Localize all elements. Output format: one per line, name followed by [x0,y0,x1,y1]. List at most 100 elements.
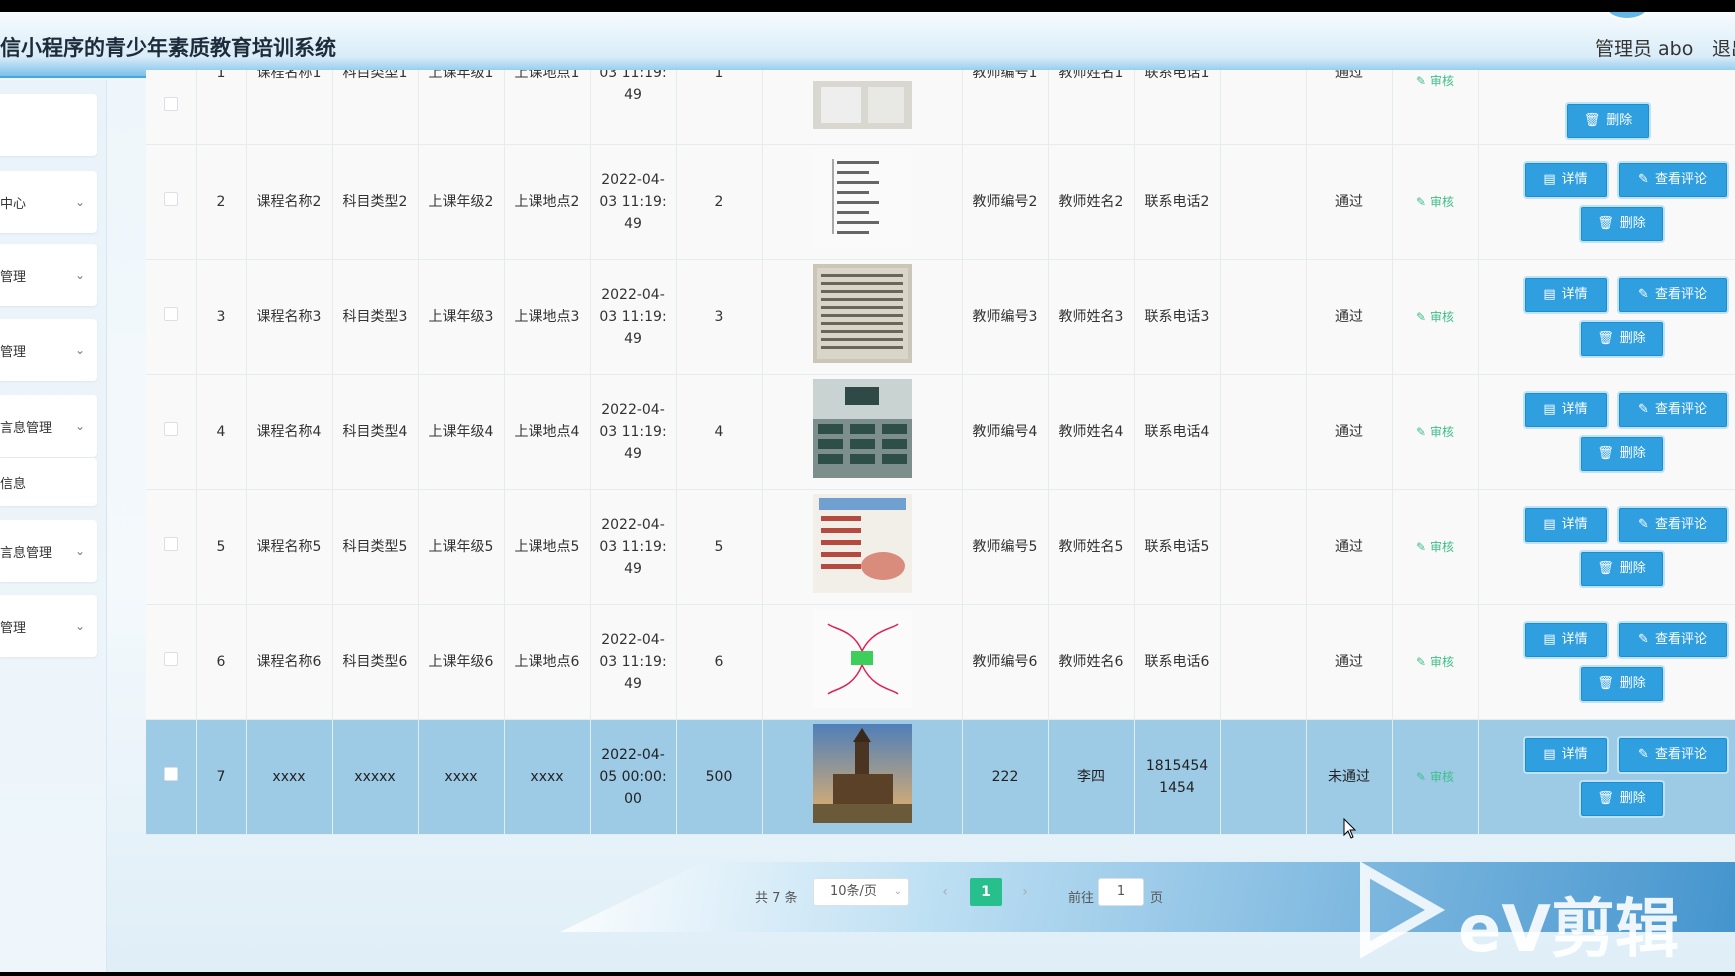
view-comments-button[interactable]: ✎ 查看评论 [1618,507,1727,542]
table-row: 5 课程名称5 科目类型5 上课年级5 上课地点5 2022-04- 03 11:19: … [146,489,1735,605]
grade: 上课年级1 [428,70,494,81]
subject-type: xxxxx [354,768,396,785]
trash-icon: 🗑 [1583,112,1601,128]
audit-link[interactable]: ✎ 审核 [1416,421,1454,443]
teacher-name: 教师姓名3 [1058,308,1124,325]
count: 3 [714,308,724,325]
view-comments-button[interactable]: ✎ 查看评论 [1618,277,1727,312]
document-icon: ▤ [1543,286,1556,302]
delete-button[interactable]: 🗑 删除 [1580,781,1663,816]
row-index: 4 [216,423,226,440]
sidebar-item-manage-1[interactable]: 管理 ⌄ [0,244,97,306]
status: 通过 [1335,538,1363,555]
teacher-name: 教师姓名5 [1058,538,1124,555]
sidebar-item-info-manage-2[interactable]: 言息管理 ⌄ [0,520,97,582]
sidebar-item-info[interactable]: 信息 [0,458,97,506]
chevron-down-icon: ⌄ [893,886,902,897]
view-comments-button[interactable]: ✎ 查看评论 [1618,392,1727,427]
delete-button[interactable]: 🗑 删除 [1580,551,1663,586]
teacher-name: 李四 [1077,768,1105,785]
detail-button[interactable]: ▤ 详情 [1524,392,1607,427]
edit-icon: ✎ [1638,631,1649,647]
subject-type: 科目类型1 [342,70,408,81]
delete-button[interactable]: 🗑 删除 [1580,666,1663,701]
sidebar-item-info-manage-1[interactable]: 言息管理 ⌄ [0,395,97,457]
row-checkbox[interactable] [163,766,178,781]
current-page[interactable]: 1 [970,878,1002,906]
logout-link[interactable]: 退出 [1712,34,1735,61]
audit-link[interactable]: ✎ 审核 [1416,536,1454,558]
teacher-no: 教师编号5 [972,538,1038,555]
detail-button[interactable]: ▤ 详情 [1524,507,1607,542]
row-checkbox[interactable] [163,536,178,551]
detail-button[interactable]: ▤ 详情 [1524,277,1607,312]
detail-button[interactable]: ▤ 详情 [1524,622,1607,657]
page-size-select[interactable]: 10条/页 ⌄ [813,878,909,906]
count: 1 [714,70,724,81]
row-index: 2 [216,193,226,210]
sidebar-item-label: 言息管理 [0,545,53,561]
row-checkbox[interactable] [163,306,178,321]
count: 4 [714,423,724,440]
chevron-down-icon: ⌄ [74,544,86,558]
status: 通过 [1335,653,1363,670]
delete-button[interactable]: 🗑 删除 [1567,103,1649,138]
detail-button[interactable]: ▤ 详情 [1524,737,1607,772]
sidebar-item-label: 中心 [0,196,27,212]
count: 500 [705,768,733,785]
view-comments-button[interactable]: ✎ 查看评论 [1618,162,1727,197]
row-checkbox[interactable] [163,651,178,666]
delete-button[interactable]: 🗑 删除 [1580,436,1663,471]
goto-prefix: 前往 [1068,891,1095,906]
audit-link[interactable]: ✎ 审核 [1416,766,1454,788]
teacher-no: 222 [991,768,1019,785]
teacher-name: 教师姓名4 [1058,423,1124,440]
document-icon: ▤ [1543,401,1556,417]
delete-button[interactable]: 🗑 删除 [1580,321,1663,356]
location: 上课地点2 [514,193,580,210]
count: 6 [714,653,724,670]
course-name: 课程名称1 [256,70,322,81]
audit-link[interactable]: ✎ 审核 [1416,191,1454,213]
teacher-no: 教师编号1 [972,70,1038,81]
sidebar-item-manage-3[interactable]: 管理 ⌄ [0,595,97,657]
audit-link[interactable]: ✎ 审核 [1416,306,1454,328]
sidebar-item-center[interactable]: 中心 ⌄ [0,171,97,233]
goto-page-input[interactable]: 1 [1098,878,1144,906]
subject-type: 科目类型3 [342,308,408,325]
teacher-no: 教师编号4 [972,423,1038,440]
grade: 上课年级5 [428,538,494,555]
course-table: 1 课程名称1 科目类型1 上课年级1 上课地点1 03 11:19: 49 1… [146,70,1735,835]
course-name: xxxx [272,768,306,785]
prev-page-icon[interactable]: ‹ [932,878,958,906]
view-comments-button[interactable]: ✎ 查看评论 [1618,737,1727,772]
location: 上课地点6 [514,653,580,670]
audit-link[interactable]: ✎ 审核 [1416,70,1454,92]
row-checkbox[interactable] [163,191,178,206]
delete-button[interactable]: 🗑 删除 [1580,206,1663,241]
edit-icon: ✎ [1415,194,1427,209]
watermark-text: eV剪辑 [1458,893,1679,967]
row-index: 6 [216,653,226,670]
next-page-icon[interactable]: › [1012,878,1038,906]
admin-user-label: 管理员 abo [1595,38,1694,60]
sidebar-item-manage-2[interactable]: 管理 ⌄ [0,319,97,381]
grade: 上课年级4 [428,423,494,440]
status: 通过 [1335,193,1363,210]
chevron-down-icon: ⌄ [74,195,86,209]
course-name: 课程名称6 [256,653,322,670]
course-image [812,263,912,363]
sidebar-item-home[interactable] [0,94,97,156]
course-image [812,148,912,248]
detail-button[interactable]: ▤ 详情 [1524,162,1607,197]
row-checkbox[interactable] [163,96,178,111]
video-watermark: eV剪辑 [1360,860,1735,970]
avatar[interactable] [1605,12,1649,20]
view-comments-button[interactable]: ✎ 查看评论 [1618,622,1727,657]
course-image [812,723,912,823]
audit-link[interactable]: ✎ 审核 [1416,651,1454,673]
edit-icon: ✎ [1638,171,1649,187]
sidebar-item-label: 管理 [0,269,27,285]
row-checkbox[interactable] [163,421,178,436]
sidebar-item-label: 管理 [0,344,27,360]
